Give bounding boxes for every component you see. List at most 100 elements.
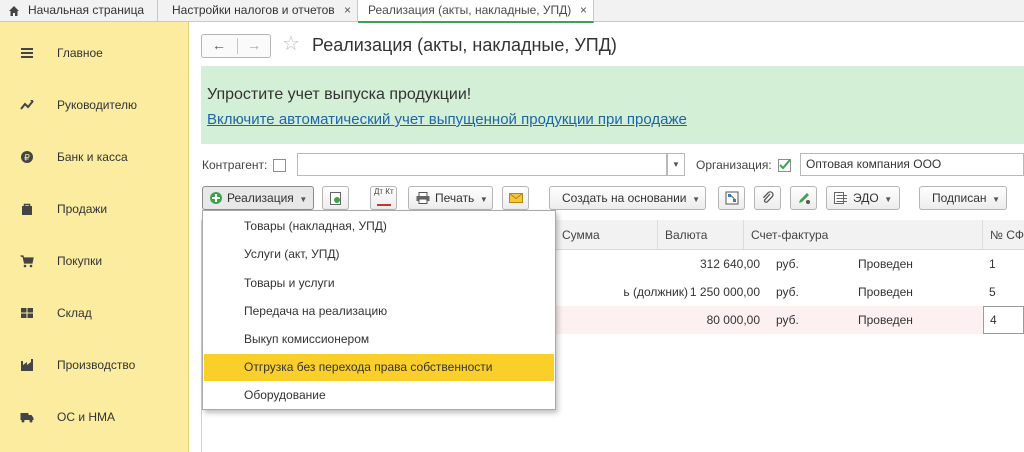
table-cell-invoice-number[interactable]: 4 — [983, 306, 1024, 334]
nav-buttons: ← → — [201, 34, 271, 58]
table-cell-currency: руб. — [776, 257, 799, 271]
column-header-sum[interactable]: Сумма — [554, 220, 658, 250]
tab-home-label: Начальная страница — [28, 3, 145, 17]
email-button[interactable] — [502, 186, 529, 210]
column-header-invoice-number[interactable]: № СФ — [983, 220, 1024, 250]
sidebar-item-sales[interactable]: Продажи — [0, 194, 188, 224]
table-cell-invoice-number: 1 — [989, 257, 996, 271]
tab-tax-settings-label: Настройки налогов и отчетов — [172, 3, 335, 17]
table-cell-sum: 80 000,00 — [706, 313, 760, 327]
tab-tax-settings[interactable]: Настройки налогов и отчетов × — [158, 0, 358, 22]
chevron-down-icon: ▼ — [297, 195, 308, 204]
factory-icon — [21, 359, 33, 371]
sidebar-item-label: Банк и касса — [57, 150, 128, 164]
close-icon[interactable]: × — [344, 0, 351, 21]
menu-item-commissioner-buyout[interactable]: Выкуп комиссионером — [204, 326, 554, 353]
counterparty-label: Контрагент: — [202, 158, 268, 172]
menu-item-shipment-without-ownership[interactable]: Отгрузка без перехода права собственност… — [204, 354, 554, 381]
menu-item-services[interactable]: Услуги (акт, УПД) — [204, 241, 554, 268]
chevron-down-icon: ▼ — [689, 195, 700, 204]
page-title: Реализация (акты, накладные, УПД) — [312, 35, 617, 55]
table-cell-currency: руб. — [776, 313, 799, 327]
sidebar-item-label: Склад — [57, 306, 92, 320]
realization-button[interactable]: Реализация ▼ — [202, 186, 314, 210]
sidebar-item-label: Покупки — [57, 254, 103, 268]
edo-icon — [834, 192, 847, 204]
structure-button[interactable] — [718, 186, 745, 210]
column-header-invoice[interactable]: Счет-фактура — [744, 220, 983, 250]
dt-kt-button[interactable]: Дт Кт — [370, 186, 397, 210]
sidebar-item-label: Главное — [57, 46, 103, 60]
coin-icon: ₽ — [21, 151, 33, 163]
paperclip-icon — [762, 191, 774, 203]
copy-document-icon — [330, 192, 341, 205]
sidebar-item-label: Руководителю — [57, 98, 138, 112]
favorite-star-icon[interactable]: ☆ — [282, 32, 300, 56]
sidebar-item-manager[interactable]: Руководителю — [0, 90, 188, 120]
signed-filter-label: Подписан — [932, 191, 987, 205]
menu-lines-icon — [21, 48, 33, 58]
sidebar-item-warehouse[interactable]: Склад — [0, 298, 188, 328]
sidebar-item-production[interactable]: Производство — [0, 350, 188, 380]
forward-arrow-icon[interactable]: → — [247, 37, 261, 53]
dt-kt-icon: Дт Кт — [374, 187, 394, 196]
sidebar-item-bank[interactable]: ₽ Банк и касса — [0, 142, 188, 172]
structure-icon — [725, 191, 739, 205]
banner-heading: Упростите учет выпуска продукции! — [207, 86, 472, 103]
back-arrow-icon[interactable]: ← — [212, 37, 226, 53]
organization-input[interactable]: Оптовая компания ООО — [800, 153, 1024, 176]
chevron-down-icon[interactable]: ▼ — [667, 153, 685, 176]
sidebar-item-label: Продажи — [57, 202, 108, 216]
create-based-on-label: Создать на основании — [562, 191, 687, 205]
menu-item-goods[interactable]: Товары (накладная, УПД) — [204, 213, 554, 240]
chevron-down-icon: ▼ — [882, 195, 893, 204]
copy-button[interactable] — [322, 186, 349, 210]
home-icon — [9, 6, 19, 16]
edo-button-label: ЭДО — [853, 191, 879, 205]
trend-chart-icon — [20, 100, 34, 110]
sidebar-item-main[interactable]: Главное — [0, 38, 188, 68]
tab-realization-label: Реализация (акты, накладные, УПД) — [368, 3, 572, 17]
table-cell-sum: 312 640,00 — [699, 257, 760, 271]
sidebar-item-label: ОС и НМА — [57, 410, 116, 424]
tab-realization[interactable]: Реализация (акты, накладные, УПД) × — [358, 0, 594, 23]
menu-item-goods-and-services[interactable]: Товары и услуги — [204, 270, 554, 297]
plus-circle-icon — [210, 192, 222, 204]
column-header-currency[interactable]: Валюта — [658, 220, 744, 250]
printer-icon — [416, 192, 430, 204]
table-cell-currency: руб. — [776, 285, 799, 299]
table-cell-fragment: ь (должник) — [623, 285, 688, 299]
tab-home[interactable]: Начальная страница — [0, 0, 158, 22]
table-cell-invoice: Проведен — [858, 313, 913, 327]
shopping-bag-icon — [22, 203, 32, 215]
signed-filter-button[interactable]: Подписан ▼ — [919, 186, 1007, 210]
sign-button[interactable] — [790, 186, 817, 210]
close-icon[interactable]: × — [580, 0, 587, 21]
table-cell-sum: 1 250 000,00 — [689, 285, 760, 299]
attachment-button[interactable] — [754, 186, 781, 210]
pen-icon — [799, 193, 810, 204]
create-based-on-button[interactable]: Создать на основании ▼ — [549, 186, 706, 210]
print-button-label: Печать — [435, 191, 475, 205]
banner-link[interactable]: Включите автоматический учет выпущенной … — [207, 111, 687, 128]
realization-button-label: Реализация — [227, 191, 294, 205]
sidebar-item-fixed-assets[interactable]: ОС и НМА — [0, 402, 188, 432]
table-cell-invoice-number: 5 — [989, 285, 996, 299]
sidebar-item-purchases[interactable]: Покупки — [0, 246, 188, 276]
divider — [237, 38, 238, 54]
menu-item-equipment[interactable]: Оборудование — [204, 382, 554, 409]
counterparty-input[interactable] — [297, 153, 667, 176]
sidebar-item-label: Производство — [57, 358, 136, 372]
sidebar: Главное Руководителю ₽ Банк и касса Прод… — [0, 22, 189, 452]
promo-banner: Упростите учет выпуска продукции! Включи… — [201, 66, 1024, 144]
chevron-down-icon: ▼ — [477, 195, 488, 204]
counterparty-checkbox[interactable] — [273, 159, 286, 172]
organization-checkbox[interactable] — [778, 159, 791, 172]
edo-button[interactable]: ЭДО ▼ — [826, 186, 900, 210]
table-cell-invoice: Проведен — [858, 257, 913, 271]
menu-item-transfer-for-sale[interactable]: Передача на реализацию — [204, 298, 554, 325]
checkmark-icon — [779, 159, 791, 170]
dt-kt-underline — [377, 204, 391, 206]
realization-dropdown-menu: Товары (накладная, УПД) Услуги (акт, УПД… — [202, 210, 556, 410]
print-button[interactable]: Печать ▼ — [408, 186, 493, 210]
